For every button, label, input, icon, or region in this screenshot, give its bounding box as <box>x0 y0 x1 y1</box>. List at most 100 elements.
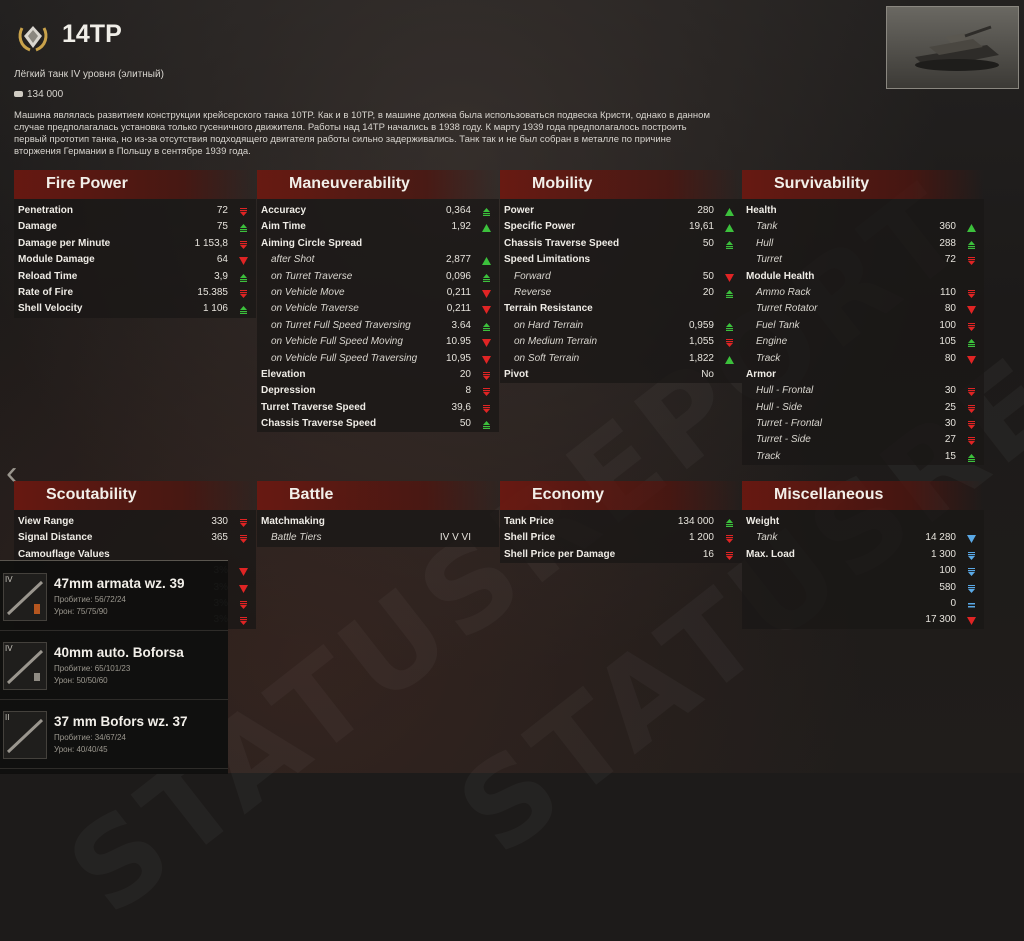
stat-label: Turret - Side <box>756 434 811 446</box>
stat-value: 3.64 <box>451 319 471 331</box>
gun-tier: IV <box>5 644 13 653</box>
stat-value: 280 <box>697 205 714 216</box>
arrow-up-small-icon <box>726 519 733 527</box>
stat-row: Penetration 72 <box>14 203 256 219</box>
stat-label: Module Health <box>746 270 815 282</box>
arrow-down-small-icon <box>240 600 247 609</box>
section-title: Mobility <box>532 175 593 192</box>
tank-price: 134 000 <box>14 89 63 100</box>
stat-row: Aiming Circle Spread <box>257 236 499 252</box>
arrow-down-blue-icon <box>967 535 976 544</box>
stat-row: on Turret Traverse 0,096 <box>257 269 499 285</box>
arrow-down-small-icon <box>726 339 733 348</box>
arrow-up-small-icon <box>483 421 490 430</box>
stat-value: 110 <box>940 286 956 298</box>
stat-section: Mobility Power 280 Specific Power 19,61 Chass… <box>500 170 742 384</box>
stat-row: Tank Price 134 000 <box>500 514 742 530</box>
arrow-down-small-icon <box>240 535 247 544</box>
stat-section: Fire Power Penetration 72 Damage 75 Damage pe… <box>14 170 256 318</box>
stat-label: on Vehicle Full Speed Moving <box>271 336 403 348</box>
gun-name: 40mm auto. Boforsa <box>54 645 184 660</box>
stat-section: Miscellaneous Weight Tank 14 280 Max. Load 1 … <box>742 481 984 629</box>
stat-value: 0 <box>950 597 956 609</box>
section-title: Economy <box>532 486 605 503</box>
stat-row: on Vehicle Move 0,211 <box>257 285 499 301</box>
stat-value: 1,822 <box>688 352 714 364</box>
stat-row: Fuel Tank 100 <box>742 318 984 334</box>
stat-label: Hull - Side <box>756 401 803 413</box>
stat-row: Rate of Fire 15.385 <box>14 285 256 301</box>
stat-label: Reverse <box>514 286 552 298</box>
stat-value: 50 <box>702 270 714 282</box>
stat-row: Signal Distance 365 <box>14 530 256 546</box>
stat-label: Damage <box>18 221 57 233</box>
stat-row: Health <box>742 203 984 219</box>
stat-value: 8 <box>465 385 471 397</box>
stat-value: 0,211 <box>446 286 471 298</box>
stat-label: on Soft Terrain <box>514 352 580 364</box>
stat-value: 80 <box>944 352 956 364</box>
stat-label: Chassis Traverse Speed <box>504 237 620 249</box>
stat-row: Turret - Side 27 <box>742 432 984 448</box>
gun-item[interactable]: IV 47mm armata wz. 39 Пробитие: 56/72/24… <box>0 561 228 631</box>
gun-list-popup: IV 47mm armata wz. 39 Пробитие: 56/72/24… <box>0 560 228 774</box>
arrow-down-icon <box>239 257 248 266</box>
stat-value: 1,92 <box>451 221 471 233</box>
stat-row: Reload Time 3,9 <box>14 269 256 285</box>
arrow-up-small-icon <box>483 273 490 282</box>
stat-value: 15 <box>944 450 956 462</box>
section-body: Accuracy 0,364 Aim Time 1,92 Aiming Circle S… <box>257 199 499 433</box>
stat-row: Ammo Rack 110 <box>742 285 984 301</box>
gun-name: 47mm armata wz. 39 <box>54 576 185 591</box>
arrow-down-small-icon <box>483 388 490 397</box>
stat-label: Specific Power <box>504 221 576 233</box>
arrow-up-small-icon <box>240 273 247 282</box>
stat-label: Shell Velocity <box>18 303 83 315</box>
gun-item[interactable]: II 37 mm Bofors wz. 37 Пробитие: 34/67/2… <box>0 699 228 769</box>
section-header: Survivability <box>742 170 984 199</box>
stat-value: 72 <box>944 254 956 266</box>
stat-section: Survivability Health Tank 360 Hull 288 Turret 7… <box>742 170 984 466</box>
arrow-down-icon <box>725 273 734 282</box>
stat-value: 134 000 <box>677 516 714 527</box>
stat-row: Track 15 <box>742 449 984 465</box>
arrow-down-icon <box>967 617 976 626</box>
stat-section: Battle Matchmaking Battle Tiers IV V VI <box>257 481 499 547</box>
section-title: Battle <box>289 486 334 503</box>
stat-row: Max. Load 1 300 <box>742 547 984 563</box>
stat-value: 80 <box>944 303 956 315</box>
tank-price-value: 134 000 <box>27 89 64 100</box>
section-title: Maneuverability <box>289 175 410 192</box>
stat-value: 1 153,8 <box>194 237 228 249</box>
stat-label: Track <box>756 450 781 462</box>
gun-damage: Урон: 75/75/90 <box>54 607 108 616</box>
stat-value: 16 <box>702 548 714 560</box>
stat-row: Tank 14 280 <box>742 530 984 546</box>
stat-label: after Shot <box>271 254 315 266</box>
stat-row: Shell Price 1 200 <box>500 530 742 546</box>
stat-section: Scoutability View Range 330 Signal Distance… <box>14 481 256 629</box>
gun-item[interactable]: IV 40mm auto. Boforsa Пробитие: 65/101/2… <box>0 630 228 700</box>
stat-label: Armor <box>746 368 777 380</box>
arrow-up-icon <box>967 224 976 233</box>
arrow-down-small-icon <box>240 240 247 249</box>
arrow-down-small-icon <box>968 421 975 430</box>
stat-value: 17 300 <box>925 614 956 626</box>
section-title: Miscellaneous <box>774 486 884 503</box>
gun-tier: IV <box>5 575 13 584</box>
section-body: Matchmaking Battle Tiers IV V VI <box>257 510 499 547</box>
stat-label: Penetration <box>18 205 74 216</box>
arrow-down-blue-small-icon <box>968 568 975 577</box>
stat-row: Shell Velocity 1 106 <box>14 301 256 317</box>
arrow-down-icon <box>482 339 491 348</box>
stat-row: on Medium Terrain 1,055 <box>500 334 742 350</box>
stat-label: Forward <box>514 270 551 282</box>
stat-label: Terrain Resistance <box>504 303 593 315</box>
section-header: Fire Power <box>14 170 256 199</box>
arrow-up-small-icon <box>968 339 975 348</box>
arrow-down-icon <box>239 568 248 577</box>
section-header: Mobility <box>500 170 742 199</box>
stat-value: 1,055 <box>688 336 714 348</box>
stat-row: on Soft Terrain 1,822 <box>500 351 742 367</box>
stat-value: 288 <box>939 237 956 249</box>
